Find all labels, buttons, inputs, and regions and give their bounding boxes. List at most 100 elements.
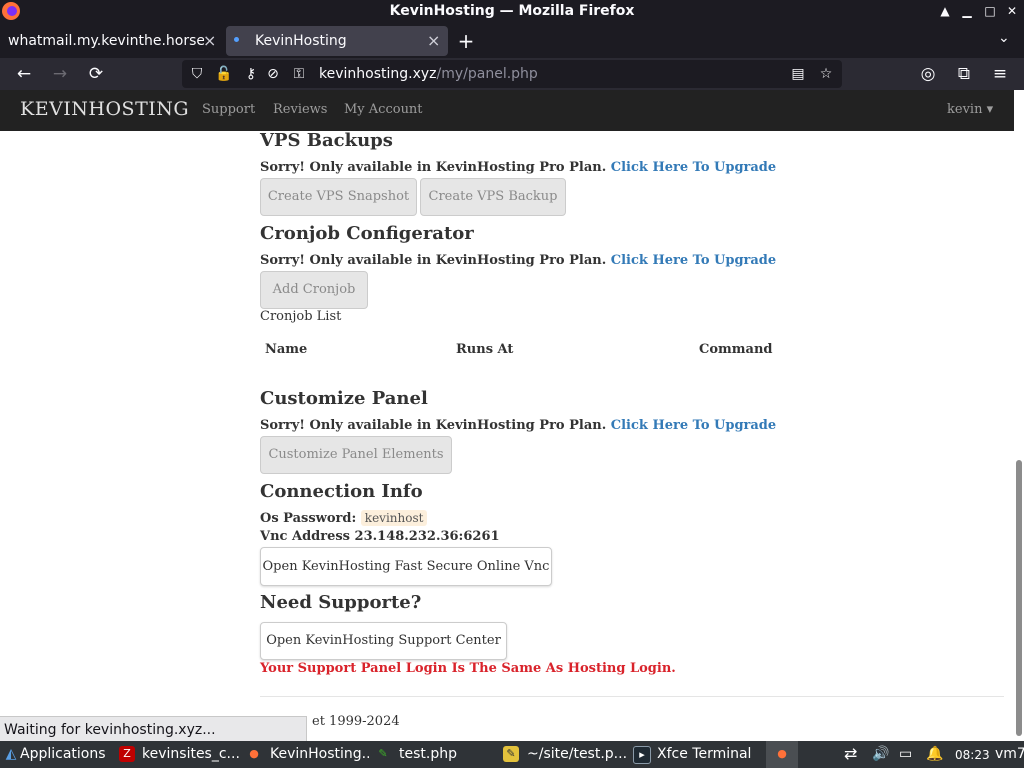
url-host: kevinhosting.xyz	[319, 66, 437, 82]
tab-kevinhosting[interactable]: KevinHosting ×	[226, 26, 448, 56]
applications-menu[interactable]: ◭ Applications	[0, 741, 112, 768]
task-filezilla[interactable]: Z kevinsites_c...	[116, 741, 240, 768]
url-bar[interactable]: ⛉ 🔓 ⚷ ⊘ ⚿ kevinhosting.xyz/my/panel.php …	[182, 60, 842, 88]
close-window-button[interactable]: ✕	[1003, 2, 1021, 20]
task-test-php[interactable]: ✎ test.php	[372, 741, 496, 768]
tab-whatmail[interactable]: whatmail.my.kevinthe.horse/ ×	[0, 26, 222, 56]
cronjob-heading: Cronjob Configerator	[260, 223, 474, 244]
nav-my-account[interactable]: My Account	[344, 102, 423, 117]
url-text: kevinhosting.xyz/my/panel.php	[319, 66, 538, 82]
task-mousepad[interactable]: ✎ ~/site/test.p...	[500, 741, 626, 768]
window-title: KevinHosting — Mozilla Firefox	[389, 3, 635, 19]
stop-reload-button[interactable]: ⟳	[86, 64, 106, 84]
close-tab-icon[interactable]: ×	[427, 31, 440, 50]
collapse-window-button[interactable]: ▲	[936, 2, 954, 20]
pro-plan-notice: Sorry! Only available in KevinHosting Pr…	[260, 160, 607, 175]
minimize-window-button[interactable]: ▁	[958, 2, 976, 20]
back-button[interactable]: ←	[14, 64, 34, 84]
site-brand[interactable]: KEVINHOSTING	[20, 98, 189, 120]
tab-strip: whatmail.my.kevinthe.horse/ × KevinHosti…	[0, 22, 1024, 58]
task-label: KevinHosting...	[270, 746, 369, 762]
xfce-menu-icon: ◭	[5, 746, 17, 762]
lock-warning-icon[interactable]: 🔓	[215, 65, 233, 83]
editor-icon: ✎	[378, 747, 388, 760]
window-titlebar: KevinHosting — Mozilla Firefox ▲ ▁ □ ✕	[0, 0, 1024, 22]
terminal-icon: ▸	[633, 746, 651, 764]
cronjob-notice: Sorry! Only available in KevinHosting Pr…	[260, 253, 776, 268]
loading-dot-icon	[234, 37, 239, 42]
upgrade-link[interactable]: Click Here To Upgrade	[611, 160, 776, 175]
notifications-icon[interactable]: 🔔	[926, 746, 943, 762]
open-vnc-button[interactable]: Open KevinHosting Fast Secure Online Vnc	[260, 547, 552, 586]
upgrade-link[interactable]: Click Here To Upgrade	[611, 418, 776, 433]
site-navbar: KEVINHOSTING Support Reviews My Account …	[0, 90, 1014, 131]
create-vps-backup-button[interactable]: Create VPS Backup	[420, 178, 566, 216]
task-label: kevinsites_c...	[142, 746, 240, 762]
autoplay-blocked-icon[interactable]: ⊘	[264, 65, 282, 83]
status-panel: Waiting for kevinhosting.xyz...	[0, 716, 307, 742]
reader-view-icon[interactable]: ▤	[789, 65, 807, 83]
extensions-icon[interactable]: ⧉	[954, 64, 974, 84]
app-menu-icon[interactable]: ≡	[990, 64, 1010, 84]
footer-divider	[260, 696, 1004, 697]
nav-reviews[interactable]: Reviews	[273, 102, 327, 117]
panel-page: VPS Backups Sorry! Only available in Kev…	[0, 131, 1014, 740]
battery-icon[interactable]: ▭	[899, 746, 912, 762]
need-support-heading: Need Supporte?	[260, 592, 422, 613]
column-runs-at: Runs At	[456, 342, 514, 357]
add-cronjob-button[interactable]: Add Cronjob	[260, 271, 368, 309]
task-label: test.php	[399, 746, 457, 762]
column-command: Command	[699, 342, 773, 357]
firefox-icon: ●	[777, 747, 787, 760]
bookmark-star-icon[interactable]: ☆	[817, 65, 835, 83]
account-icon[interactable]: ◎	[918, 64, 938, 84]
os-password-row: Os Password: kevinhost	[260, 510, 428, 526]
os-password-label: Os Password:	[260, 511, 357, 526]
volume-icon[interactable]: 🔊	[872, 746, 889, 762]
pro-plan-notice: Sorry! Only available in KevinHosting Pr…	[260, 418, 607, 433]
maximize-window-button[interactable]: □	[981, 2, 999, 20]
firefox-icon: ●	[249, 747, 259, 760]
mousepad-icon: ✎	[503, 746, 519, 762]
task-label: Xfce Terminal	[657, 746, 752, 762]
vps-backups-notice: Sorry! Only available in KevinHosting Pr…	[260, 160, 776, 175]
pro-plan-notice: Sorry! Only available in KevinHosting Pr…	[260, 253, 607, 268]
permissions-icon[interactable]: ⚷	[242, 65, 260, 83]
user-dropdown[interactable]: kevin ▾	[947, 102, 993, 117]
page-scrollbar[interactable]	[1014, 90, 1024, 740]
tracking-shield-icon[interactable]: ⛉	[188, 65, 206, 83]
footer-copyright: et 1999-2024	[312, 714, 400, 729]
nav-support[interactable]: Support	[202, 102, 255, 117]
tab-label: KevinHosting	[255, 33, 347, 49]
hostname-label: vm7	[995, 746, 1024, 762]
new-tab-button[interactable]: +	[456, 29, 476, 53]
url-path: /my/panel.php	[436, 66, 538, 82]
clock[interactable]: 08:23	[955, 748, 990, 762]
close-tab-icon[interactable]: ×	[203, 31, 216, 50]
scrollbar-thumb[interactable]	[1016, 460, 1022, 736]
column-name: Name	[265, 342, 308, 357]
cronjob-list-label: Cronjob List	[260, 309, 342, 324]
customize-notice: Sorry! Only available in KevinHosting Pr…	[260, 418, 776, 433]
open-support-center-button[interactable]: Open KevinHosting Support Center	[260, 622, 507, 660]
taskbar: ◭ Applications Z kevinsites_c... ● Kevin…	[0, 741, 1024, 768]
forward-button[interactable]: →	[50, 64, 70, 84]
customize-panel-elements-button[interactable]: Customize Panel Elements	[260, 436, 452, 474]
status-text: Waiting for kevinhosting.xyz...	[4, 722, 216, 738]
connection-info-heading: Connection Info	[260, 481, 423, 502]
create-vps-snapshot-button[interactable]: Create VPS Snapshot	[260, 178, 417, 216]
vps-backups-heading: VPS Backups	[260, 131, 393, 151]
filezilla-icon: Z	[119, 746, 135, 762]
customize-panel-heading: Customize Panel	[260, 388, 428, 409]
list-all-tabs-button[interactable]: ⌄	[998, 30, 1010, 46]
task-firefox-active[interactable]: ●	[766, 741, 798, 768]
key-icon[interactable]: ⚿	[290, 65, 308, 83]
vnc-address: Vnc Address 23.148.232.36:6261	[260, 529, 500, 544]
task-terminal[interactable]: ▸ Xfce Terminal	[630, 741, 756, 768]
task-firefox[interactable]: ● KevinHosting...	[243, 741, 369, 768]
support-login-warning: Your Support Panel Login Is The Same As …	[260, 661, 676, 676]
os-password-value[interactable]: kevinhost	[360, 510, 428, 526]
tab-label: whatmail.my.kevinthe.horse/	[8, 33, 204, 49]
upgrade-link[interactable]: Click Here To Upgrade	[611, 253, 776, 268]
network-icon[interactable]: ⇄	[844, 744, 857, 763]
